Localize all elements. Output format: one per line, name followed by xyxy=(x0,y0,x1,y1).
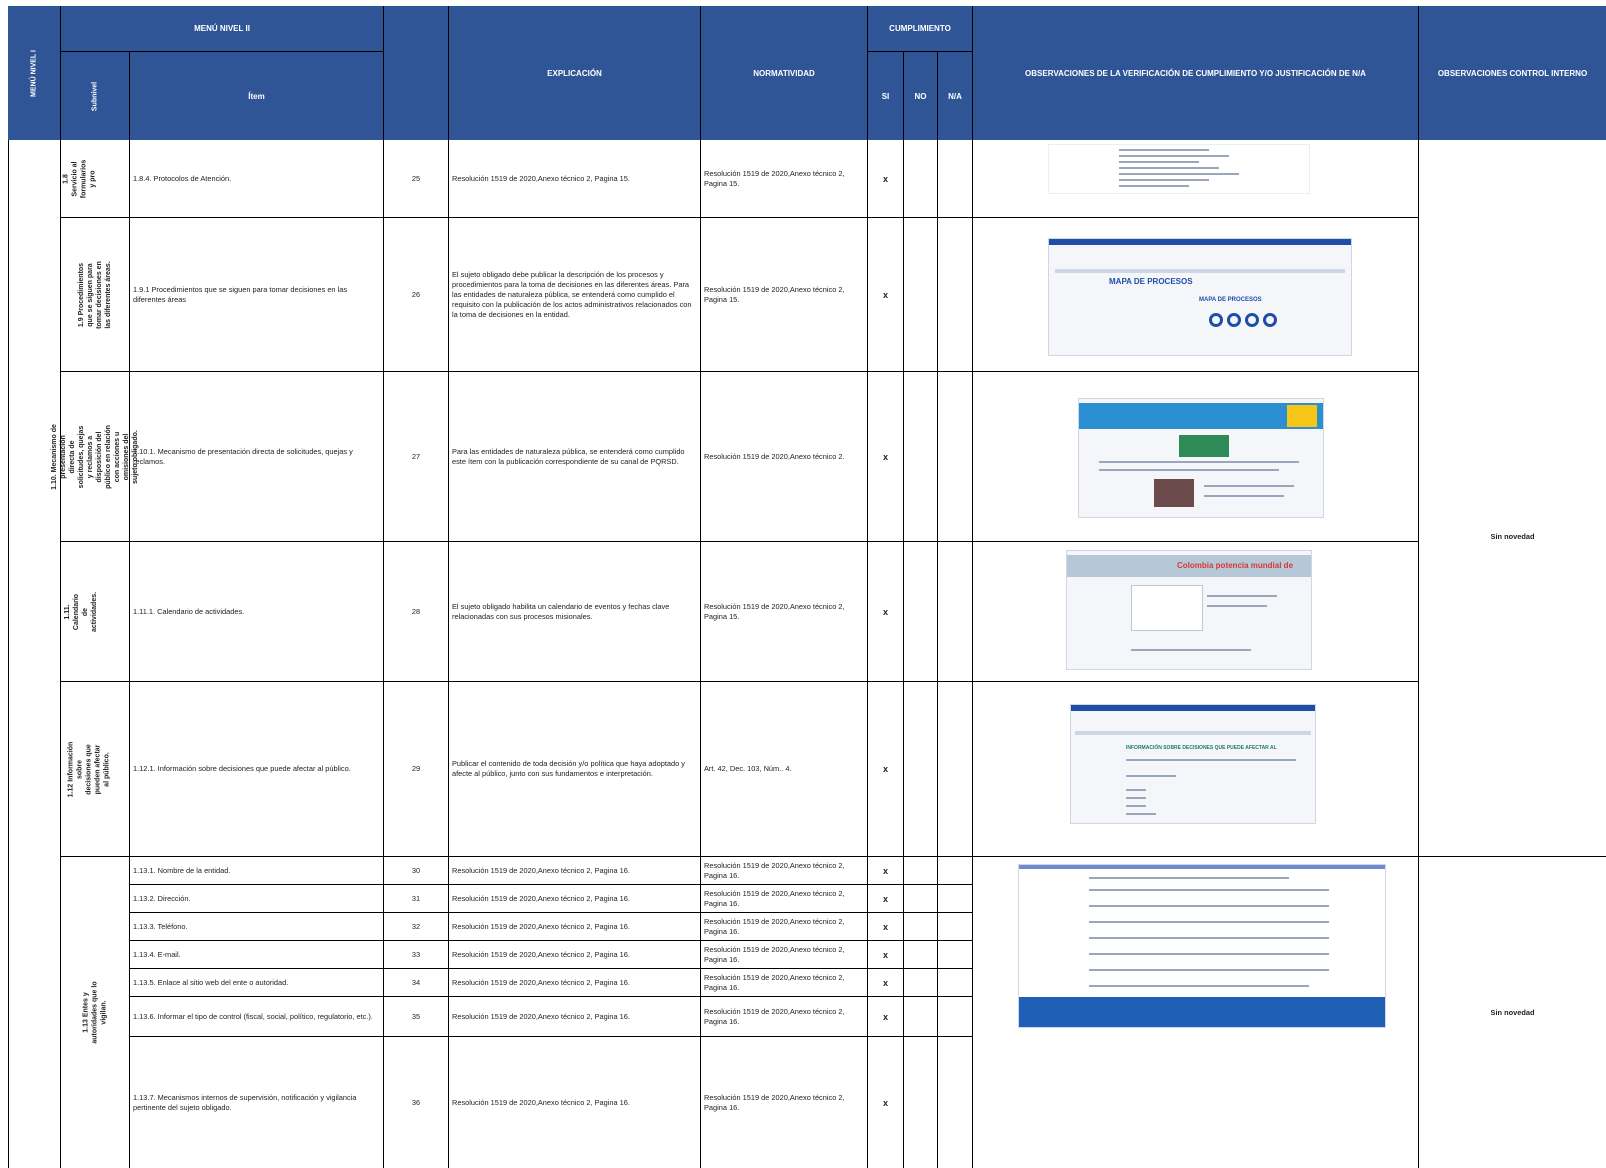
control-interno-note: Sin novedad xyxy=(1490,532,1535,541)
row-item: 1.13.1. Nombre de la entidad. xyxy=(133,865,231,875)
evidence-screenshot-mapa-procesos: MAPA DE PROCESOS MAPA DE PROCESOS xyxy=(1048,238,1352,356)
row-number: 33 xyxy=(411,949,421,959)
row-explicacion: Resolución 1519 de 2020,Anexo técnico 2,… xyxy=(452,1097,630,1107)
row-si-mark: x xyxy=(882,1011,888,1022)
row-number: 34 xyxy=(411,977,421,987)
row-item: 1.12.1. Información sobre decisiones que… xyxy=(133,764,351,773)
subnivel-1-10: 1.10. Mecanismo de presentación directa … xyxy=(51,423,139,490)
header-si: SI xyxy=(881,91,890,101)
subnivel-1-9: 1.9 Procedimientos que se siguen para to… xyxy=(78,260,112,329)
row-normatividad: Resolución 1519 de 2020,Anexo técnico 2,… xyxy=(704,601,845,621)
evidence-screenshot-informacion: INFORMACIÓN SOBRE DECISIONES QUE PUEDE A… xyxy=(1070,704,1316,824)
row-si-mark: x xyxy=(882,893,888,904)
row-normatividad: Resolución 1519 de 2020,Anexo técnico 2,… xyxy=(704,1092,845,1112)
row-number: 28 xyxy=(411,606,421,616)
row-explicacion: Resolución 1519 de 2020,Anexo técnico 2,… xyxy=(452,893,630,903)
row-explicacion: Resolución 1519 de 2020,Anexo técnico 2,… xyxy=(452,949,630,959)
row-si-mark: x xyxy=(882,1097,888,1108)
row-number: 35 xyxy=(411,1011,421,1021)
subnivel-1-11: 1.11. Calendario de actividades. xyxy=(64,591,98,632)
header-normatividad: NORMATIVIDAD xyxy=(753,68,815,78)
row-si-mark: x xyxy=(882,289,888,300)
info-title: INFORMACIÓN SOBRE DECISIONES QUE PUEDE A… xyxy=(1126,745,1277,751)
row-number: 36 xyxy=(411,1097,421,1107)
row-number: 32 xyxy=(411,921,421,931)
row-normatividad: Resolución 1519 de 2020,Anexo técnico 2,… xyxy=(704,284,845,304)
header-item: Ítem xyxy=(248,91,265,101)
row-si-mark: x xyxy=(882,174,888,184)
row-number: 27 xyxy=(411,451,421,461)
header-na: N/A xyxy=(948,91,962,101)
row-explicacion: Resolución 1519 de 2020,Anexo técnico 2,… xyxy=(452,921,630,931)
row-explicacion: Resolución 1519 de 2020,Anexo técnico 2,… xyxy=(452,1011,630,1021)
row-item: 1.13.3. Teléfono. xyxy=(133,921,188,931)
header-menu-nivel-1: MENÚ NIVEL I xyxy=(30,49,38,97)
calendario-banner: Colombia potencia mundial de xyxy=(1177,561,1294,570)
row-si-mark: x xyxy=(882,865,888,876)
control-interno-note: Sin novedad xyxy=(1490,1007,1535,1017)
row-item: 1.13.4. E-mail. xyxy=(133,949,181,959)
row-explicacion: Resolución 1519 de 2020,Anexo técnico 2,… xyxy=(452,865,630,875)
evidence-screenshot-entes xyxy=(1018,864,1386,1028)
header-control-interno: OBSERVACIONES CONTROL INTERNO xyxy=(1437,68,1588,78)
row-number: 26 xyxy=(411,289,421,299)
row-normatividad: Resolución 1519 de 2020,Anexo técnico 2,… xyxy=(704,944,845,964)
row-normatividad: Resolución 1519 de 2020,Anexo técnico 2,… xyxy=(704,888,845,908)
row-normatividad: Art. 42, Dec. 103, Núm.. 4. xyxy=(704,764,792,773)
row-item: 1.10.1. Mecanismo de presentación direct… xyxy=(133,446,353,466)
row-explicacion: Para las entidades de naturaleza pública… xyxy=(452,446,685,466)
row-normatividad: Resolución 1519 de 2020,Anexo técnico 2,… xyxy=(704,1006,845,1026)
row-si-mark: x xyxy=(882,764,888,774)
header-explicacion: EXPLICACIÓN xyxy=(547,68,602,78)
header-cumplimiento: CUMPLIMIENTO xyxy=(889,24,951,33)
evidence-screenshot-pqrsd xyxy=(1078,398,1324,518)
row-number: 30 xyxy=(411,865,421,875)
row-normatividad: Resolución 1519 de 2020,Anexo técnico 2,… xyxy=(704,972,845,992)
header-no: NO xyxy=(914,91,927,101)
row-number: 31 xyxy=(411,893,421,903)
row-item: 1.13.7. Mecanismos internos de supervisi… xyxy=(133,1092,357,1112)
row-explicacion: El sujeto obligado habilita un calendari… xyxy=(452,601,670,621)
row-item: 1.8.4. Protocolos de Atención. xyxy=(133,174,232,183)
row-item: 1.9.1 Procedimientos que se siguen para … xyxy=(133,284,348,304)
row-normatividad: Resolución 1519 de 2020,Anexo técnico 2,… xyxy=(704,916,845,936)
row-si-mark: x xyxy=(882,606,888,617)
row-si-mark: x xyxy=(882,977,888,988)
row-number: 25 xyxy=(411,174,421,183)
header-subnivel: Subnivel xyxy=(91,81,99,111)
row-explicacion: Resolución 1519 de 2020,Anexo técnico 2,… xyxy=(452,174,630,183)
row-normatividad: Resolución 1519 de 2020,Anexo técnico 2,… xyxy=(704,169,845,188)
row-number: 29 xyxy=(411,764,421,773)
row-si-mark: x xyxy=(882,949,888,960)
subnivel-1-12: 1.12 Información sobre decisiones que pu… xyxy=(67,741,111,797)
row-item: 1.13.5. Enlace al sitio web del ente o a… xyxy=(133,977,289,987)
evidence-screenshot-calendario: Colombia potencia mundial de xyxy=(1066,550,1312,670)
row-normatividad: Resolución 1519 de 2020,Anexo técnico 2,… xyxy=(704,860,845,880)
row-item: 1.13.6. Informar el tipo de control (fis… xyxy=(133,1011,373,1021)
row-normatividad: Resolución 1519 de 2020,Anexo técnico 2. xyxy=(704,451,845,461)
row-explicacion: Publicar el contenido de toda decisión y… xyxy=(452,759,685,778)
mapa-title: MAPA DE PROCESOS xyxy=(1109,277,1193,286)
row-item: 1.13.2. Dirección. xyxy=(133,893,191,903)
header-menu-nivel-2: MENÚ NIVEL II xyxy=(194,24,250,33)
mapa-inner-title: MAPA DE PROCESOS xyxy=(1199,297,1262,303)
subnivel-1-13: 1.13 Entes y autoridades que lo vigilan. xyxy=(82,981,108,1044)
compliance-sheet: MENÚ NIVEL I MENÚ NIVEL II Subnivel Ítem… xyxy=(8,6,1606,1168)
row-si-mark: x xyxy=(882,921,888,932)
row-explicacion: Resolución 1519 de 2020,Anexo técnico 2,… xyxy=(452,977,630,987)
row-item: 1.11.1. Calendario de actividades. xyxy=(133,606,245,616)
row-explicacion: El sujeto obligado debe publicar la desc… xyxy=(452,269,692,319)
evidence-screenshot-protocolos xyxy=(1048,144,1310,194)
header-observaciones: OBSERVACIONES DE LA VERIFICACIÓN DE CUMP… xyxy=(1025,68,1366,78)
row-si-mark: x xyxy=(882,451,888,462)
subnivel-1-8: 1.8 Servicio al formularios y pro xyxy=(62,159,96,199)
